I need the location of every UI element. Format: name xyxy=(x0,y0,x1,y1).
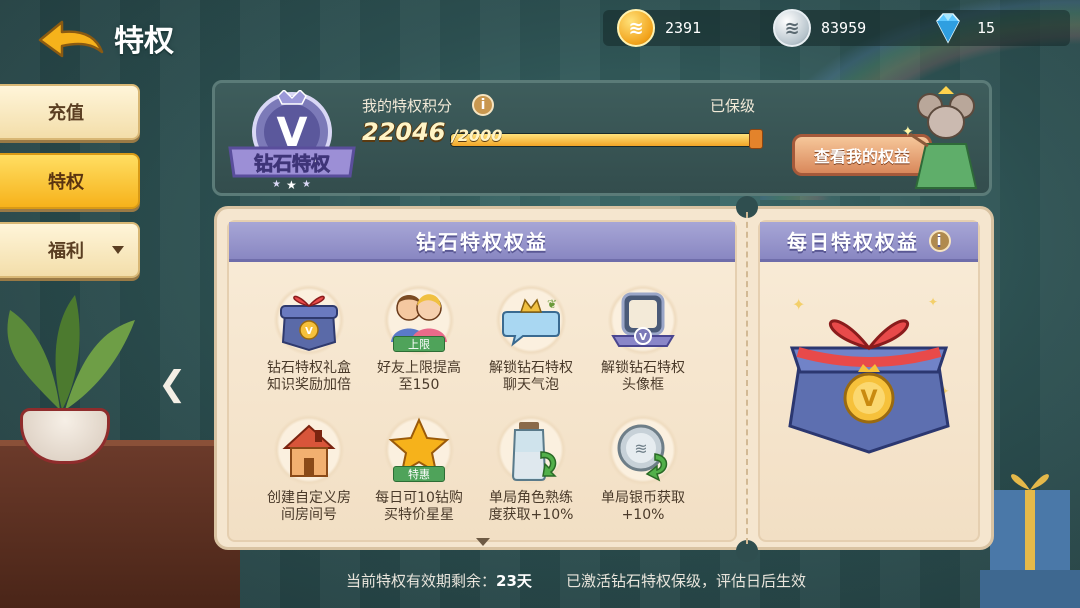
left-arrow-decoration: ❮ xyxy=(158,364,187,404)
page-title: 特权 xyxy=(114,24,174,59)
benefit-item[interactable]: 单局角色熟练 度获取+10% xyxy=(471,412,591,536)
silver-coin-icon: ≋ xyxy=(773,9,811,47)
bottle-icon xyxy=(511,422,557,481)
daily-benefits-title: 每日特权权益 xyxy=(787,230,919,254)
menu-recharge-button[interactable]: 充值 xyxy=(0,84,140,140)
remaining-time: 当前特权有效期剩余：23天 xyxy=(346,570,532,591)
background-table xyxy=(0,440,240,608)
score-label: 我的特权积分 xyxy=(362,97,453,115)
menu-privilege-button[interactable]: 特权 xyxy=(0,153,140,209)
benefit-label: 解锁钻石特权 聊天气泡 xyxy=(489,360,573,393)
svg-text:✦: ✦ xyxy=(792,295,805,314)
benefit-label: 创建自定义房 间房间号 xyxy=(267,490,351,523)
score-status: 已保级 xyxy=(710,97,756,115)
svg-text:✦: ✦ xyxy=(928,295,938,309)
score-info-icon[interactable]: i xyxy=(472,94,494,116)
diamond-privilege-badge: V 钻石特权 ★ ★ ★ xyxy=(228,90,356,190)
menu-privilege-label: 特权 xyxy=(48,172,84,193)
diamond-display: 15 xyxy=(929,10,995,46)
benefit-item[interactable]: 特惠 每日可10钻购 买特价星星 xyxy=(359,412,479,536)
daily-benefits-header: 每日特权权益 i xyxy=(760,222,978,262)
menu-welfare-button[interactable]: 福利 xyxy=(0,222,140,278)
menu-recharge-label: 充值 xyxy=(48,103,84,124)
menu-welfare-label: 福利 xyxy=(48,241,84,262)
benefit-tag: 上限 xyxy=(393,336,445,352)
benefit-label: 每日可10钻购 买特价星星 xyxy=(375,490,463,523)
benefit-label: 单局角色熟练 度获取+10% xyxy=(488,490,574,523)
benefit-item[interactable]: ≋ 单局银币获取 +10% xyxy=(583,412,703,536)
chat-bubble-icon: ❦ xyxy=(502,297,560,347)
svg-text:✦: ✦ xyxy=(902,124,914,140)
benefit-item[interactable]: 创建自定义房 间房间号 xyxy=(249,412,369,536)
benefit-item[interactable]: V 钻石特权礼盒 知识奖励加倍 xyxy=(249,282,369,406)
svg-text:★: ★ xyxy=(272,179,281,190)
mouse-fairy-mascot: ✦ xyxy=(902,86,978,189)
benefit-item[interactable]: 上限 好友上限提高 至150 xyxy=(359,282,479,406)
avatar-frame-icon: V xyxy=(611,292,675,347)
svg-text:❦: ❦ xyxy=(547,297,557,311)
plant-leaves-decoration xyxy=(7,295,135,410)
benefit-item[interactable]: ❦ 解锁钻石特权 聊天气泡 xyxy=(471,282,591,406)
remaining-value: 23天 xyxy=(496,572,532,590)
benefit-label: 解锁钻石特权 头像框 xyxy=(601,360,685,393)
scroll-more-indicator xyxy=(476,538,490,546)
silver-coin-display: ≋ 83959 xyxy=(773,9,867,47)
currency-bar: ≋ 2391 ≋ 83959 15 xyxy=(603,9,1070,47)
score-progress-cap xyxy=(749,129,763,149)
benefit-label: 钻石特权礼盒 知识奖励加倍 xyxy=(267,360,351,393)
gold-coin-display: ≋ 2391 xyxy=(617,9,702,47)
score-max: /2000 xyxy=(452,126,503,145)
ticket-divider xyxy=(746,212,748,544)
benefit-item[interactable]: V 解锁钻石特权 头像框 xyxy=(583,282,703,406)
gift-box-icon: V xyxy=(280,295,338,352)
remaining-label: 当前特权有效期剩余： xyxy=(346,572,497,590)
daily-gift-box-icon[interactable]: ✦ ✦ ✦ V xyxy=(778,276,960,466)
svg-text:V: V xyxy=(305,326,313,337)
silver-coin-value: 83959 xyxy=(821,19,867,37)
gold-coin-icon: ≋ xyxy=(617,9,655,47)
svg-text:V: V xyxy=(860,387,877,412)
house-icon xyxy=(282,424,336,477)
benefit-tag: 特惠 xyxy=(393,466,445,482)
daily-info-icon[interactable]: i xyxy=(929,229,951,252)
view-my-benefits-label: 查看我的权益 xyxy=(813,147,910,166)
chevron-down-icon xyxy=(112,246,124,254)
svg-text:★: ★ xyxy=(302,179,311,190)
badge-text: 钻石特权 xyxy=(254,152,330,175)
benefit-label: 单局银币获取 +10% xyxy=(601,490,685,523)
benefit-label: 好友上限提高 至150 xyxy=(377,360,461,393)
svg-text:★: ★ xyxy=(286,178,297,190)
svg-text:≋: ≋ xyxy=(634,439,647,458)
gold-coin-value: 2391 xyxy=(665,19,702,37)
diamond-value: 15 xyxy=(977,19,996,37)
svg-text:V: V xyxy=(639,332,647,343)
back-button[interactable] xyxy=(36,18,106,60)
diamond-benefits-header: 钻石特权权益 xyxy=(229,222,735,262)
diamond-icon xyxy=(936,13,960,44)
gift-boxes-decoration xyxy=(980,474,1080,608)
silver-coin-cycle-icon: ≋ xyxy=(617,424,668,482)
diamond-benefits-title: 钻石特权权益 xyxy=(416,230,548,254)
score-value: 22046 xyxy=(362,118,446,146)
footer-note: 已激活钻石特权保级，评估日后生效 xyxy=(566,572,807,590)
